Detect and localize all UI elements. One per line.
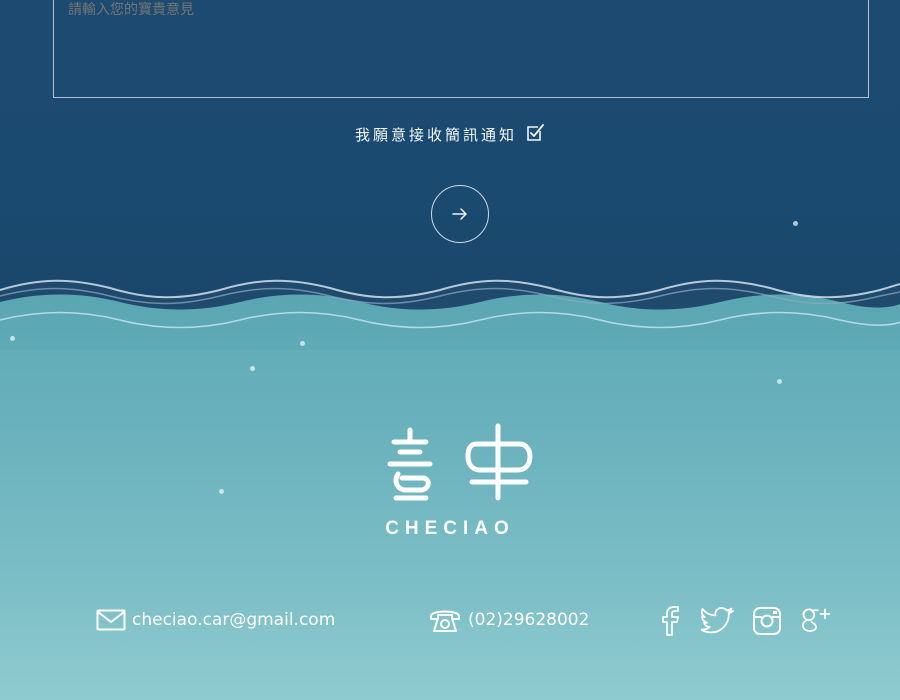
arrow-right-icon — [452, 208, 467, 220]
email-address[interactable]: checiao.car@gmail.com — [132, 610, 335, 630]
brand-name: CHECIAO — [385, 518, 515, 539]
facebook-icon — [662, 606, 679, 636]
google-plus-icon — [801, 608, 831, 632]
star-decoration — [10, 336, 15, 341]
twitter-icon — [701, 607, 734, 634]
social-instagram[interactable] — [750, 604, 784, 638]
star-decoration — [793, 221, 798, 226]
social-google-plus[interactable] — [799, 604, 833, 638]
star-decoration — [777, 379, 782, 384]
phone-contact[interactable]: (02)29628002 — [428, 604, 589, 636]
wave-divider — [0, 279, 900, 350]
submit-button[interactable] — [431, 185, 489, 243]
message-textarea[interactable] — [53, 0, 869, 98]
star-decoration — [250, 366, 255, 371]
consent-row: 我願意接收簡訊通知 — [0, 121, 900, 147]
star-decoration — [300, 341, 305, 346]
consent-label: 我願意接收簡訊通知 — [354, 125, 517, 144]
social-links — [652, 604, 833, 638]
mail-icon — [96, 609, 126, 631]
telephone-icon — [430, 610, 460, 632]
checiao-logo: 喜車 — [387, 423, 533, 501]
social-twitter[interactable] — [701, 604, 735, 638]
social-facebook[interactable] — [652, 604, 686, 638]
star-decoration — [219, 489, 224, 494]
instagram-icon — [753, 607, 781, 635]
page: 我願意接收簡訊通知 — [0, 0, 900, 700]
email-contact[interactable]: checiao.car@gmail.com — [96, 604, 335, 636]
phone-number[interactable]: (02)29628002 — [468, 610, 589, 630]
consent-checkbox[interactable] — [525, 123, 545, 143]
checkbox-checked-icon — [527, 124, 544, 141]
